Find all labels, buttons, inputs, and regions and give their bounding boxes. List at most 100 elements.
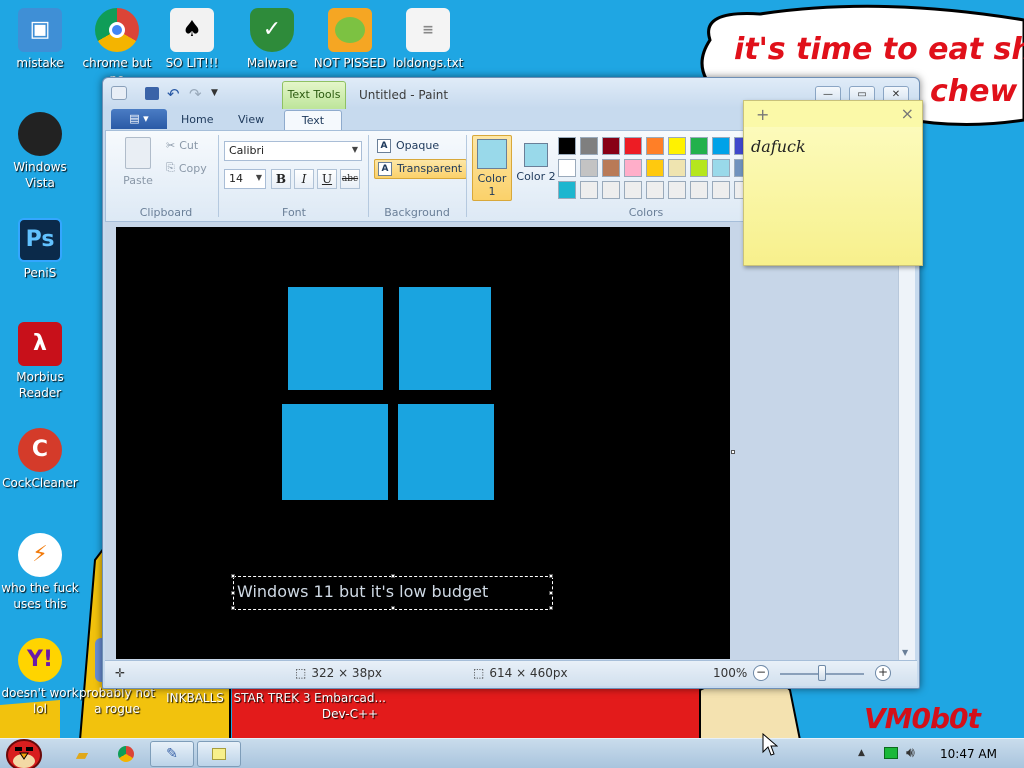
palette-color-swatch[interactable] — [624, 181, 642, 199]
desktop-icon-winamp[interactable]: ⚡ who the fuck uses this — [0, 533, 80, 612]
zoom-out-button[interactable]: − — [753, 665, 769, 681]
resize-handle[interactable] — [231, 574, 235, 578]
palette-color-swatch[interactable] — [646, 181, 664, 199]
palette-color-swatch[interactable] — [558, 137, 576, 155]
canvas-area: Windows 11 but it's low budget — [105, 222, 900, 660]
desktop-icon-inkballs[interactable]: INKBALLS — [155, 690, 235, 706]
copy-button[interactable]: ⎘ Copy — [166, 161, 207, 175]
desktop-icon-label: Malware — [246, 56, 298, 70]
palette-color-swatch[interactable] — [646, 159, 664, 177]
palette-color-swatch[interactable] — [668, 181, 686, 199]
text-box[interactable]: Windows 11 but it's low budget — [231, 574, 553, 610]
save-icon[interactable] — [145, 87, 159, 100]
drawing-canvas[interactable]: Windows 11 but it's low budget — [116, 227, 730, 659]
paste-button[interactable]: Paste — [114, 137, 162, 187]
scroll-down-icon[interactable]: ▼ — [902, 648, 908, 657]
undo-icon[interactable]: ↶ — [167, 85, 180, 103]
palette-color-swatch[interactable] — [690, 181, 708, 199]
vertical-scrollbar[interactable]: ▼ — [898, 222, 915, 660]
desktop-icon-mistake[interactable]: ▣ mistake — [0, 8, 80, 71]
desktop-icon-star-trek-3[interactable]: STAR TREK 3 — [232, 690, 312, 706]
palette-color-swatch[interactable] — [580, 137, 598, 155]
desktop-icon-penis[interactable]: Ps PeniS — [0, 218, 80, 281]
tab-view[interactable]: View — [228, 110, 274, 130]
palette-color-swatch[interactable] — [602, 137, 620, 155]
start-button[interactable] — [2, 733, 46, 768]
show-hidden-icons-button[interactable]: ▲ — [858, 748, 865, 758]
desktop-icon-morbius-reader[interactable]: λ Morbius Reader — [0, 322, 80, 401]
palette-color-swatch[interactable] — [712, 181, 730, 199]
canvas-text[interactable]: Windows 11 but it's low budget — [237, 582, 488, 601]
palette-color-swatch[interactable] — [712, 159, 730, 177]
sticky-note-header[interactable]: + × — [744, 101, 922, 127]
folder-icon: ▰ — [75, 744, 89, 764]
resize-handle[interactable] — [231, 591, 235, 595]
tab-text[interactable]: Text — [284, 110, 342, 130]
palette-color-swatch[interactable] — [580, 181, 598, 199]
resize-handle[interactable] — [549, 574, 553, 578]
resize-handle[interactable] — [231, 606, 235, 610]
palette-color-swatch[interactable] — [668, 159, 686, 177]
opaque-button[interactable]: A Opaque — [374, 137, 443, 157]
palette-color-swatch[interactable] — [558, 159, 576, 177]
palette-color-swatch[interactable] — [668, 137, 686, 155]
color1-button[interactable]: Color 1 — [472, 135, 512, 201]
desktop-icon-malware[interactable]: ✓ Malware — [232, 8, 312, 71]
desktop-icon-label: SO LIT!!! — [165, 56, 219, 70]
palette-color-swatch[interactable] — [602, 159, 620, 177]
tab-home[interactable]: Home — [171, 110, 223, 130]
taskbar-paint-button[interactable]: ✎ — [150, 741, 194, 767]
resize-handle[interactable] — [391, 606, 395, 610]
volume-icon[interactable]: 🔊︎ — [906, 745, 915, 761]
transparent-button[interactable]: A Transparent — [374, 159, 468, 179]
resize-handle[interactable] — [549, 606, 553, 610]
network-icon[interactable] — [884, 747, 898, 759]
sticky-note-text[interactable]: dafuck — [751, 137, 806, 156]
solitaire-icon: ♠ — [170, 8, 214, 52]
resize-handle[interactable] — [549, 591, 553, 595]
pig-icon — [328, 8, 372, 52]
desktop-icon-chrome[interactable]: chrome but no — [77, 8, 157, 87]
close-note-button[interactable]: × — [901, 104, 914, 123]
palette-color-swatch[interactable] — [690, 159, 708, 177]
desktop-icon-windows-vista[interactable]: Windows Vista — [0, 112, 80, 191]
desktop-icon-so-lit[interactable]: ♠ SO LIT!!! — [152, 8, 232, 71]
desktop-icon-not-pissed[interactable]: NOT PISSED — [310, 8, 390, 71]
resize-handle[interactable] — [391, 574, 395, 578]
canvas-resize-handle[interactable] — [731, 450, 735, 454]
cut-button[interactable]: ✂ Cut — [166, 139, 198, 152]
palette-color-swatch[interactable] — [646, 137, 664, 155]
quick-access-dropdown-icon[interactable]: ▼ — [211, 88, 218, 98]
font-family-dropdown[interactable]: Calibri ▼ — [224, 141, 362, 161]
palette-color-swatch[interactable] — [624, 159, 642, 177]
paint-menu-button[interactable]: ▤ ▾ — [111, 109, 167, 129]
palette-color-swatch[interactable] — [624, 137, 642, 155]
zoom-in-button[interactable]: + — [875, 665, 891, 681]
underline-button[interactable]: U — [317, 169, 337, 189]
palette-color-swatch[interactable] — [690, 137, 708, 155]
font-size-dropdown[interactable]: 14 ▼ — [224, 169, 266, 189]
paint-app-icon[interactable] — [111, 86, 127, 100]
pdf-reader-icon: λ — [18, 322, 62, 366]
font-family-value: Calibri — [229, 144, 265, 157]
taskbar-chrome-button[interactable] — [106, 741, 146, 767]
italic-button[interactable]: I — [294, 169, 314, 189]
palette-color-swatch[interactable] — [602, 181, 620, 199]
zoom-slider-thumb[interactable] — [818, 665, 826, 681]
palette-color-swatch[interactable] — [558, 181, 576, 199]
palette-color-swatch[interactable] — [580, 159, 598, 177]
add-note-button[interactable]: + — [756, 105, 769, 124]
redo-icon[interactable]: ↷ — [189, 85, 202, 103]
taskbar-sticky-notes-button[interactable] — [197, 741, 241, 767]
bold-button[interactable]: B — [271, 169, 291, 189]
color2-button[interactable]: Color 2 — [516, 135, 556, 201]
palette-color-swatch[interactable] — [712, 137, 730, 155]
desktop-icon-loldongs-txt[interactable]: ≡ loldongs.txt — [388, 8, 468, 71]
desktop-icon-yahoo[interactable]: Y! doesn't work lol — [0, 638, 80, 717]
sticky-note[interactable]: + × dafuck — [743, 100, 923, 266]
strikethrough-button[interactable]: abc — [340, 169, 360, 189]
desktop-icon-dev-cpp[interactable]: Embarcad... Dev-C++ — [310, 690, 390, 722]
taskbar-clock[interactable]: 10:47 AM — [940, 747, 997, 761]
taskbar-explorer-button[interactable]: ▰ — [62, 741, 102, 767]
desktop-icon-cockcleaner[interactable]: C CockCleaner — [0, 428, 80, 491]
